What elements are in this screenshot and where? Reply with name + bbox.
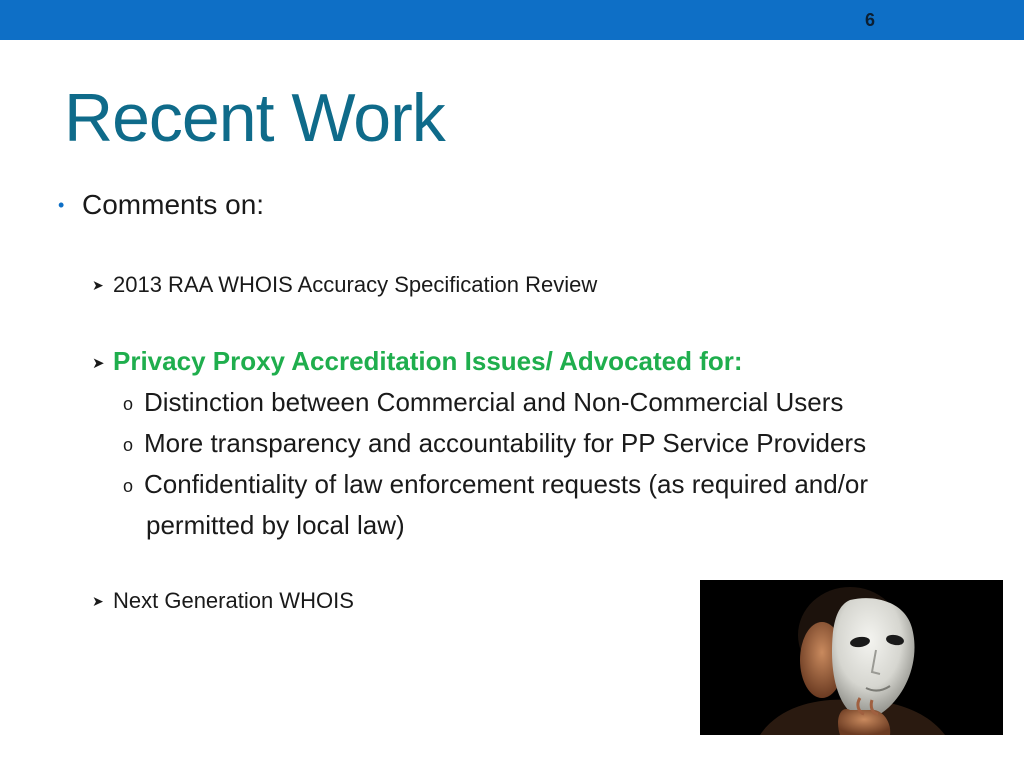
subitem-confidentiality: o Confidentiality of law enforcement requ… [123,468,868,502]
page-number: 6 [864,10,875,30]
list-item-privacy-proxy: ➤ Privacy Proxy Accreditation Issues/ Adv… [92,345,743,380]
list-item-label: 2013 RAA WHOIS Accuracy Specification Re… [113,272,598,297]
circle-bullet-icon: o [123,435,134,455]
bullet-comments: • Comments on: [58,188,264,222]
subitem-label: Confidentiality of law enforcement reque… [144,469,869,499]
list-item-label: Next Generation WHOIS [113,588,354,613]
bullet-label: Comments on: [82,189,265,220]
arrow-bullet-icon: ➤ [92,355,105,372]
list-item-next-gen-whois: ➤ Next Generation WHOIS [92,587,354,615]
list-item-raa-review: ➤ 2013 RAA WHOIS Accuracy Specification R… [92,271,597,299]
subitem-label: More transparency and accountability for… [144,428,867,458]
arrow-bullet-icon: ➤ [92,593,104,609]
page-title: Recent Work [64,80,446,156]
mask-photo [700,580,1003,735]
bullet-dot-icon: • [58,195,65,215]
subitem-label: Distinction between Commercial and Non-C… [144,387,844,417]
subitem-confidentiality-continued: permitted by local law) [146,510,405,540]
list-item-label: Privacy Proxy Accreditation Issues/ Advo… [113,346,743,376]
subitem-distinction: o Distinction between Commercial and Non-… [123,386,843,420]
circle-bullet-icon: o [123,476,134,496]
arrow-bullet-icon: ➤ [92,277,104,293]
circle-bullet-icon: o [123,394,134,414]
mask-photo-icon [700,580,1003,735]
subitem-transparency: o More transparency and accountability fo… [123,427,866,461]
